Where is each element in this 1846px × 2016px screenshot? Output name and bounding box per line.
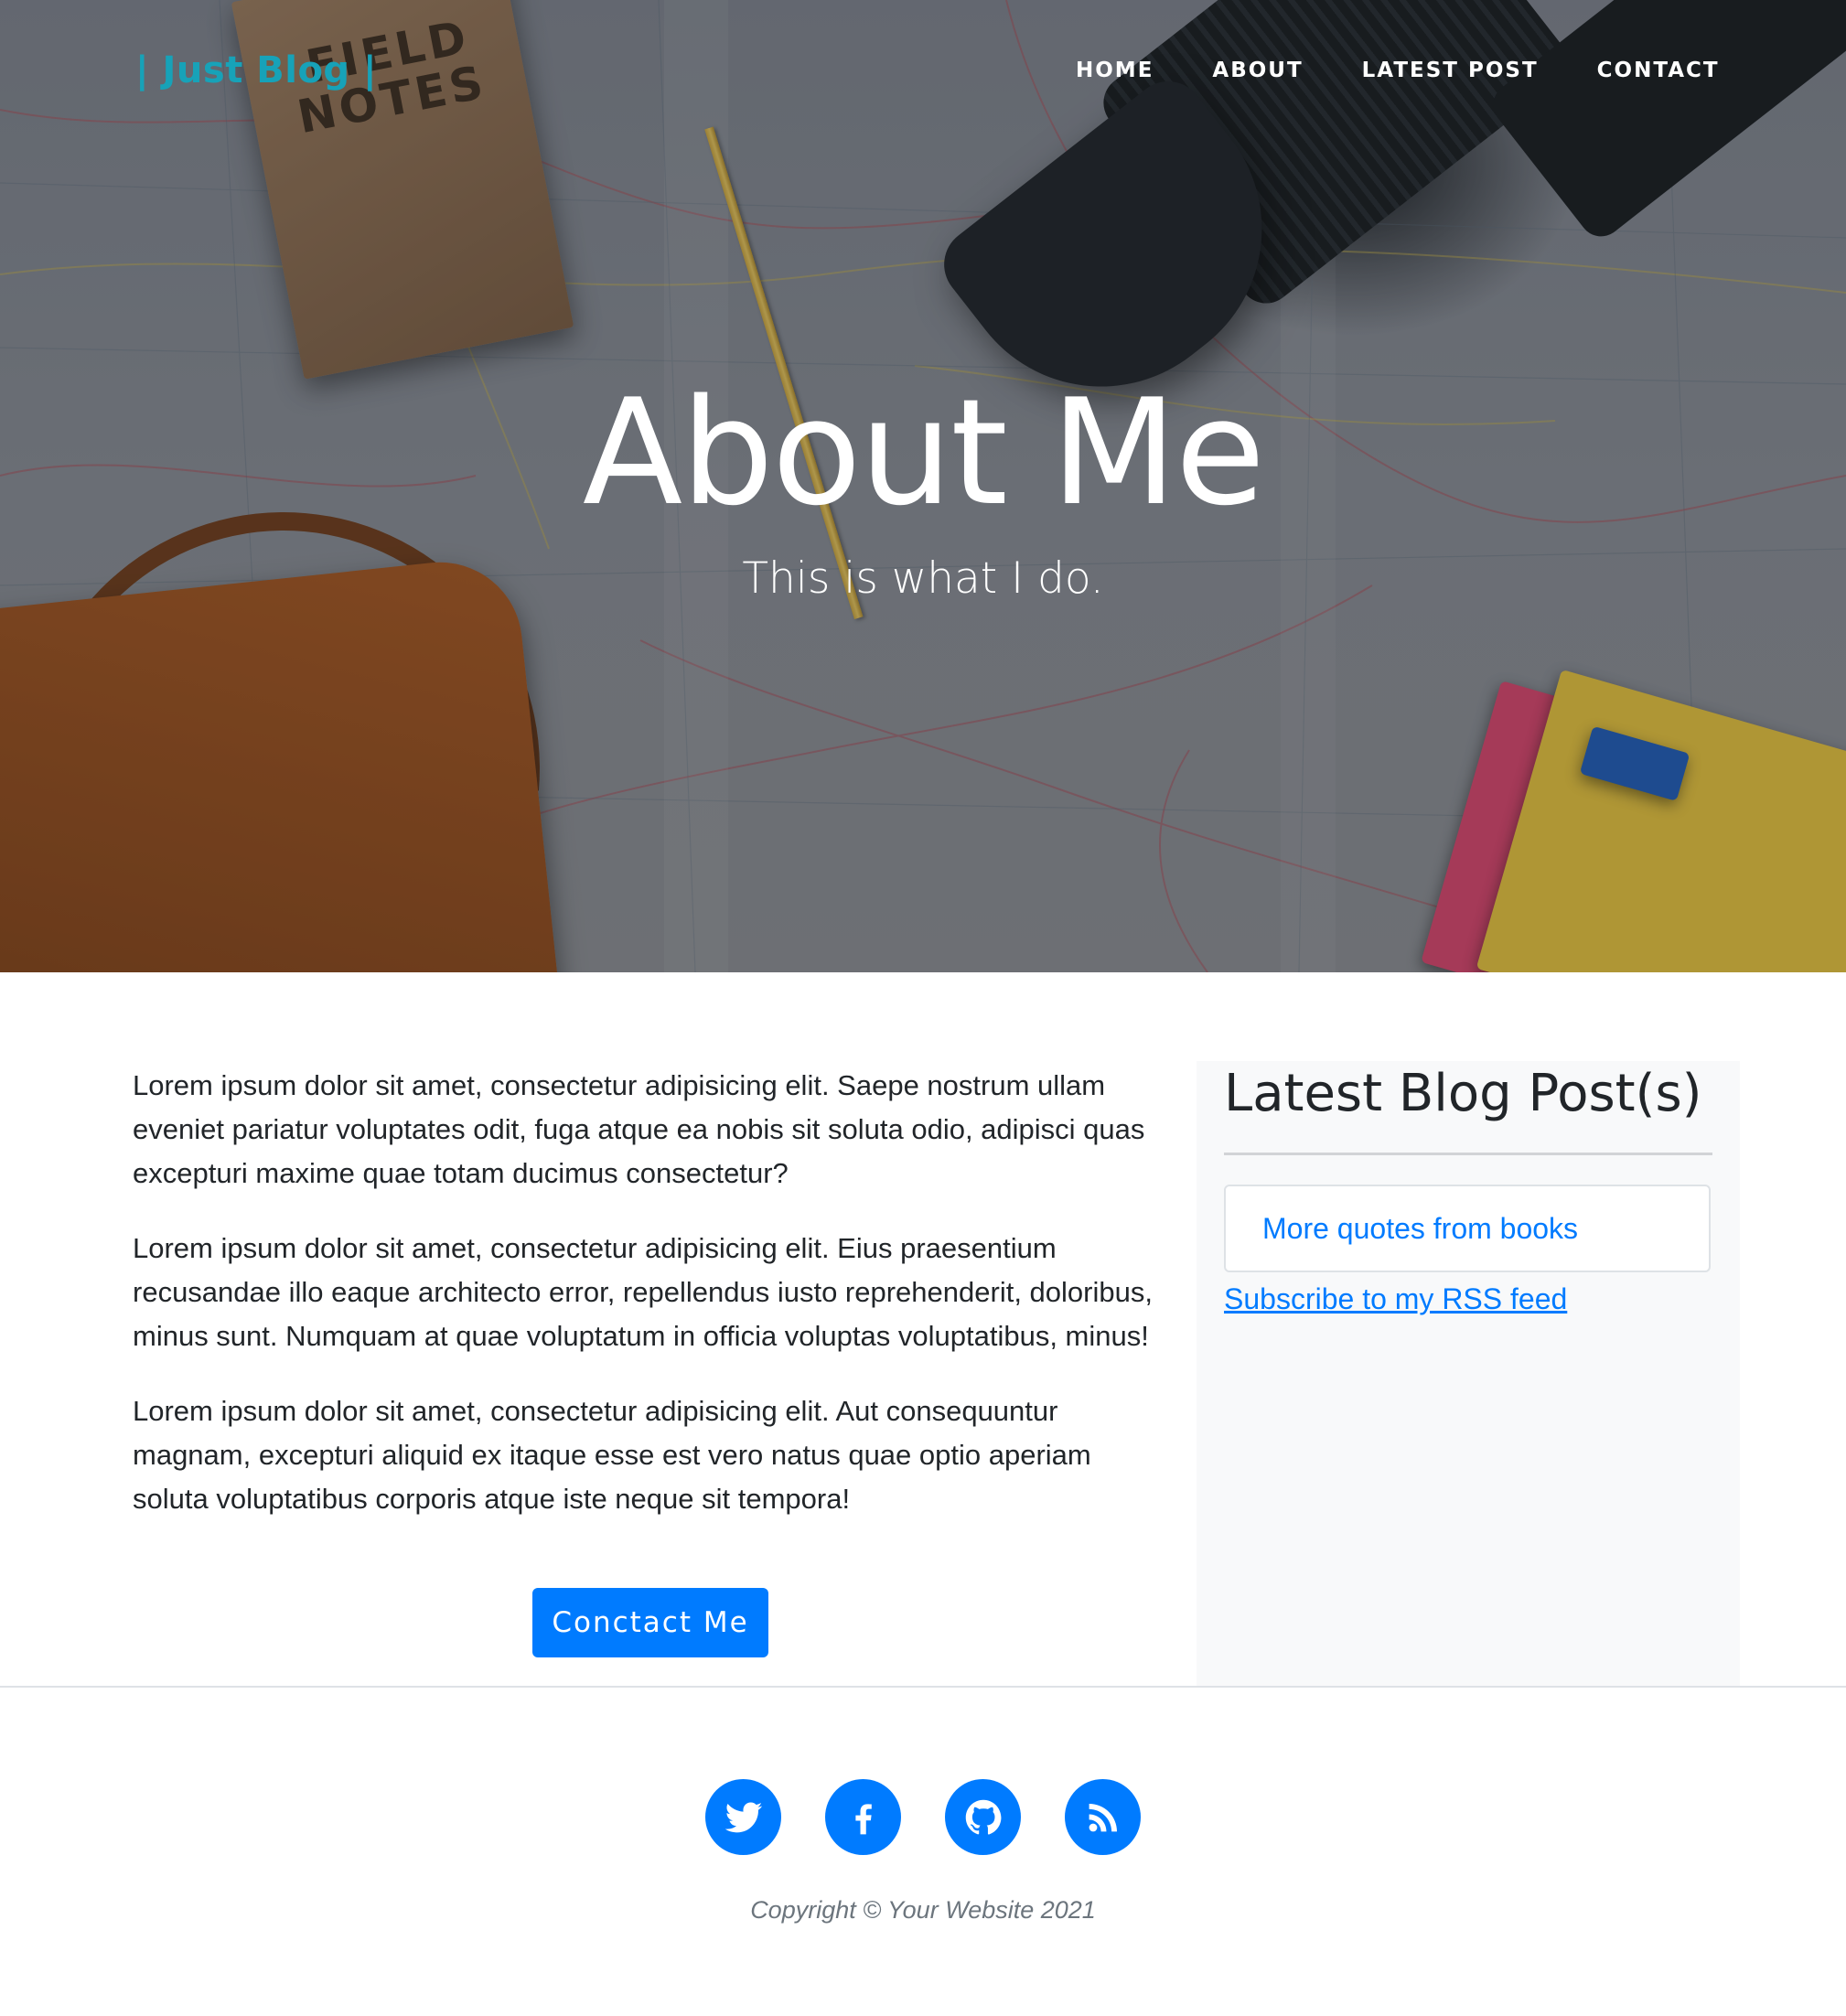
contact-button[interactable]: Conctact Me [532, 1588, 768, 1657]
twitter-icon [724, 1802, 762, 1832]
brand-logo[interactable]: | Just Blog | [135, 49, 377, 91]
rss-icon [1089, 1803, 1117, 1831]
facebook-button[interactable] [825, 1779, 901, 1855]
paragraph: Lorem ipsum dolor sit amet, consectetur … [133, 1395, 1091, 1515]
github-button[interactable] [945, 1779, 1021, 1855]
social-links [705, 1779, 1141, 1855]
post-link[interactable]: More quotes from books [1262, 1212, 1578, 1246]
paragraph: Lorem ipsum dolor sit amet, consectetur … [133, 1069, 1145, 1189]
nav-latest-post[interactable]: LATEST POST [1362, 59, 1539, 82]
twitter-button[interactable] [705, 1779, 781, 1855]
main-content: Lorem ipsum dolor sit amet, consectetur … [0, 972, 1846, 1686]
nav-links: HOME ABOUT LATEST POST CONTACT [1076, 59, 1720, 82]
latest-posts-list: More quotes from books [1224, 1185, 1711, 1272]
rss-subscribe-link[interactable]: Subscribe to my RSS feed [1224, 1282, 1567, 1316]
rss-button[interactable] [1065, 1779, 1141, 1855]
facebook-icon [854, 1803, 872, 1834]
page-subtitle: This is what I do. [742, 553, 1104, 604]
nav-contact[interactable]: CONTACT [1597, 59, 1720, 82]
page-title: About Me [582, 367, 1265, 538]
sidebar: Latest Blog Post(s) More quotes from boo… [1197, 1061, 1740, 1686]
about-text: Lorem ipsum dolor sit amet, consectetur … [133, 1064, 1166, 1552]
footer: Copyright © Your Website 2021 [0, 1686, 1846, 2016]
nav-about[interactable]: ABOUT [1212, 59, 1303, 82]
github-icon [965, 1799, 1001, 1835]
main-navbar: | Just Blog | HOME ABOUT LATEST POST CON… [0, 0, 1846, 146]
divider [1224, 1153, 1712, 1155]
hero-header: FIELD NOTES | Just Blog | HOME ABOUT LAT… [0, 0, 1846, 972]
sidebar-title: Latest Blog Post(s) [1224, 1064, 1702, 1123]
paragraph: Lorem ipsum dolor sit amet, consectetur … [133, 1232, 1153, 1352]
copyright-text: Copyright © Your Website 2021 [750, 1896, 1096, 1924]
nav-home[interactable]: HOME [1076, 59, 1154, 82]
